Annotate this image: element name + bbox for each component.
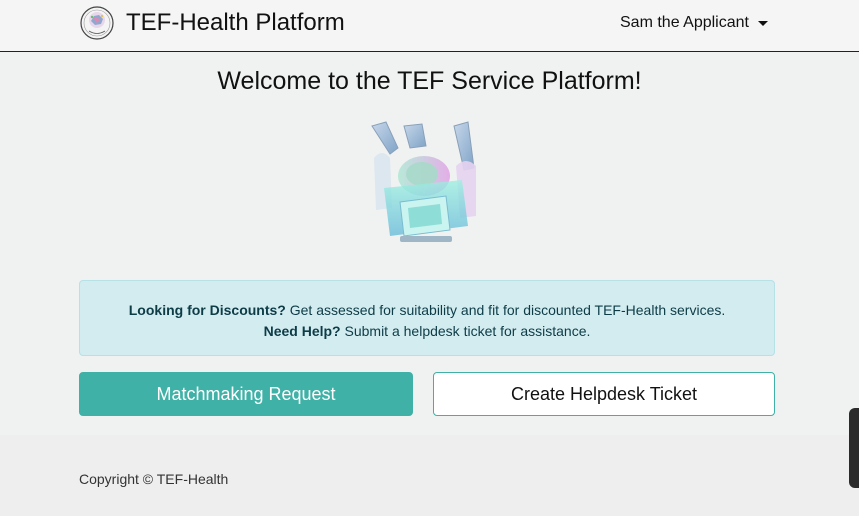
tef-health-logo <box>80 6 114 40</box>
discount-heading: Looking for Discounts? <box>128 302 286 318</box>
caret-down-icon <box>757 21 768 26</box>
robotic-surgery-illustration <box>371 121 476 242</box>
info-alert: Looking for Discounts? Get assessed for … <box>79 280 775 356</box>
help-heading: Need Help? <box>263 323 341 339</box>
user-dropdown[interactable]: Sam the Applicant <box>620 12 768 34</box>
brand-link[interactable]: TEF-Health Platform <box>80 5 345 41</box>
brand-title: TEF-Health Platform <box>126 9 345 36</box>
discount-text: Get assessed for suitability and fit for… <box>285 302 726 318</box>
help-line: Need Help? Submit a helpdesk ticket for … <box>80 321 774 342</box>
side-feedback-tab[interactable] <box>849 408 859 488</box>
copyright-text: Copyright © TEF-Health <box>79 471 229 487</box>
help-text: Submit a helpdesk ticket for assistance. <box>340 323 591 339</box>
top-navbar: TEF-Health Platform Sam the Applicant <box>0 0 859 52</box>
create-helpdesk-ticket-button[interactable]: Create Helpdesk Ticket <box>433 372 775 416</box>
discount-line: Looking for Discounts? Get assessed for … <box>80 300 774 321</box>
main-content: Welcome to the TEF Service Platform! Loo… <box>0 52 859 435</box>
matchmaking-request-button[interactable]: Matchmaking Request <box>79 372 413 416</box>
page-title: Welcome to the TEF Service Platform! <box>217 67 642 95</box>
user-name: Sam the Applicant <box>620 14 749 31</box>
footer: Copyright © TEF-Health <box>0 435 859 516</box>
